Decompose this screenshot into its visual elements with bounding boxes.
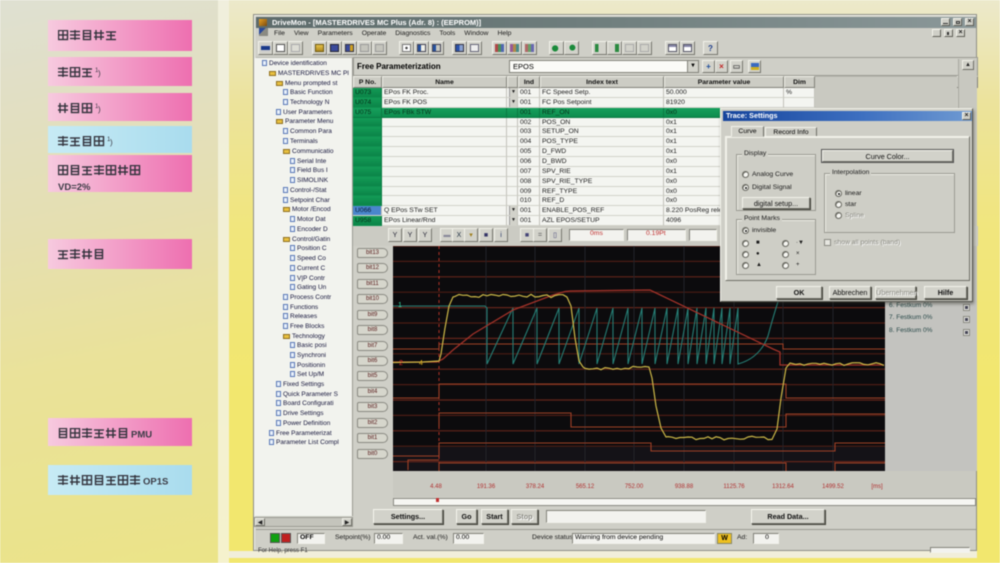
svg-text:): ) — [98, 105, 101, 114]
svg-text:2: 2 — [399, 360, 403, 367]
svg-text:): ) — [98, 69, 101, 78]
svg-text:): ) — [110, 138, 113, 147]
svg-text:PMU: PMU — [131, 430, 152, 440]
svg-text:OP1S: OP1S — [143, 477, 168, 487]
svg-text:1: 1 — [398, 302, 402, 309]
svg-text:4: 4 — [419, 360, 423, 367]
